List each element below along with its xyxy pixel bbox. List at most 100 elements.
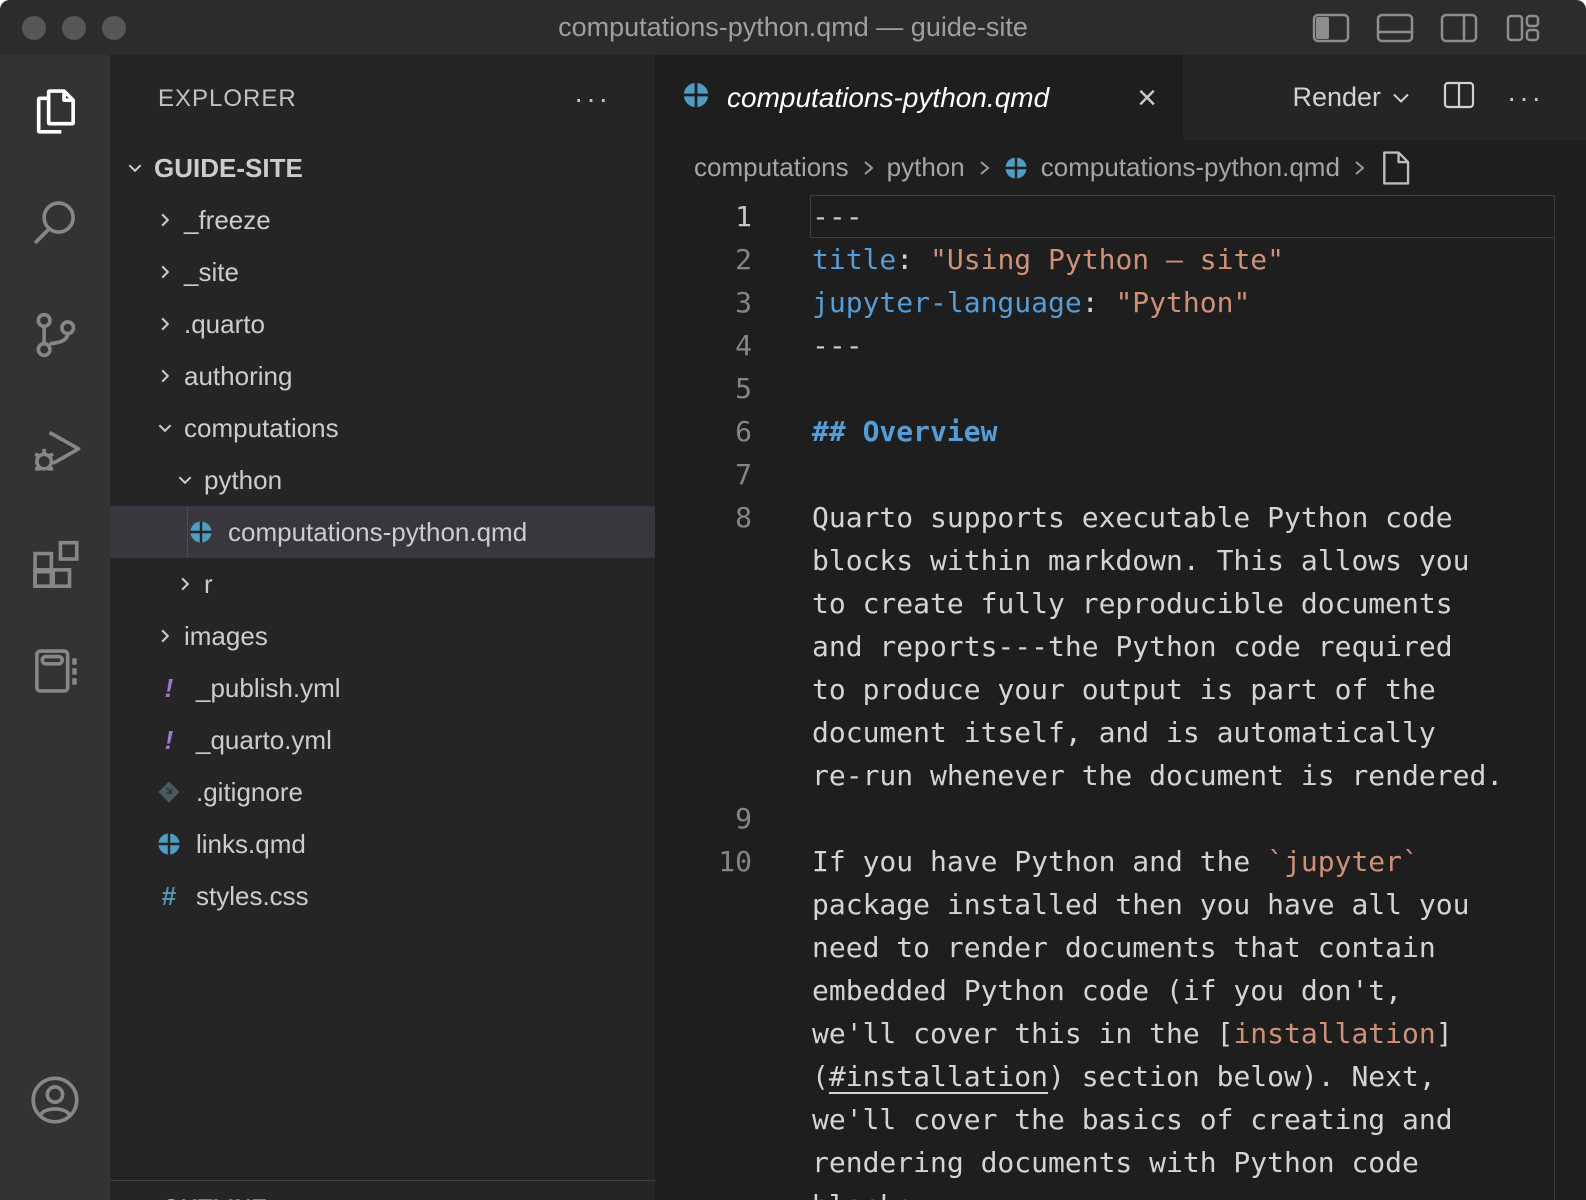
token-text: embedded Python code (if you don't, xyxy=(812,974,1402,1007)
line-number xyxy=(655,1012,752,1055)
breadcrumb-computations[interactable]: computations xyxy=(694,152,849,183)
customize-layout-icon[interactable] xyxy=(1504,13,1542,43)
line-number: 4 xyxy=(655,324,752,367)
chevron-right-icon xyxy=(156,211,174,229)
token-text: blocks within markdown. This allows you xyxy=(812,544,1469,577)
tree-item--gitignore[interactable]: .gitignore xyxy=(110,766,655,818)
line-content: re-run whenever the document is rendered… xyxy=(752,754,1503,797)
titlebar: computations-python.qmd — guide-site xyxy=(0,0,1586,55)
code-line-wrap: re-run whenever the document is rendered… xyxy=(655,754,1586,797)
vscode-window: computations-python.qmd — guide-site xyxy=(0,0,1586,1200)
code-line-wrap: blocks within markdown. This allows you xyxy=(655,539,1586,582)
layout-controls xyxy=(1312,0,1542,55)
code-line-wrap: (#installation) section below). Next, xyxy=(655,1055,1586,1098)
line-number: 7 xyxy=(655,453,752,496)
line-content: ## Overview xyxy=(752,410,997,453)
tree-item-label: images xyxy=(184,621,268,652)
token-punct: : xyxy=(896,243,930,276)
code-line-3: 3jupyter-language: "Python" xyxy=(655,281,1586,324)
chevron-right-icon xyxy=(861,157,875,179)
gitignore-file-icon xyxy=(156,779,182,805)
tree-item--site[interactable]: _site xyxy=(110,246,655,298)
tree-item-computations-python-qmd[interactable]: computations-python.qmd xyxy=(110,506,655,558)
code-line-wrap: we'll cover the basics of creating and xyxy=(655,1098,1586,1141)
quarto-file-icon xyxy=(681,80,711,115)
code-editor[interactable]: 1---2title: "Using Python — site"3jupyte… xyxy=(655,195,1586,1200)
line-number xyxy=(655,625,752,668)
tree-item-links-qmd[interactable]: links.qmd xyxy=(110,818,655,870)
extensions-icon[interactable] xyxy=(0,503,110,615)
toggle-secondary-sidebar-icon[interactable] xyxy=(1440,13,1478,43)
tree-item-computations[interactable]: computations xyxy=(110,402,655,454)
activity-bar xyxy=(0,55,110,1200)
outline-label: OUTLINE xyxy=(162,1195,267,1200)
run-debug-icon[interactable] xyxy=(0,391,110,503)
line-content: jupyter-language: "Python" xyxy=(752,281,1250,324)
quarto-file-icon xyxy=(156,831,182,857)
line-number xyxy=(655,926,752,969)
explorer-icon[interactable] xyxy=(0,55,110,167)
render-button[interactable]: Render xyxy=(1292,82,1411,113)
search-icon[interactable] xyxy=(0,167,110,279)
tree-root-guide-site[interactable]: GUIDE-SITE xyxy=(110,142,655,194)
line-content: title: "Using Python — site" xyxy=(752,238,1284,281)
token-key: title xyxy=(812,243,896,276)
tree-item-styles-css[interactable]: #styles.css xyxy=(110,870,655,922)
tree-item--quarto-yml[interactable]: !_quarto.yml xyxy=(110,714,655,766)
token-delim: --- xyxy=(812,200,863,233)
tree-item-r[interactable]: r xyxy=(110,558,655,610)
token-text: need to render documents that contain xyxy=(812,931,1436,964)
tree-item-label: computations xyxy=(184,413,339,444)
tree-item-label: authoring xyxy=(184,361,292,392)
minimize-window-button[interactable] xyxy=(62,16,86,40)
notebook-icon[interactable] xyxy=(0,615,110,727)
breadcrumb-python[interactable]: python xyxy=(887,152,965,183)
line-number xyxy=(655,711,752,754)
token-text: we'll cover this in the [ xyxy=(812,1017,1233,1050)
tree-item--quarto[interactable]: .quarto xyxy=(110,298,655,350)
yaml-file-icon: ! xyxy=(156,673,182,704)
tree-item-authoring[interactable]: authoring xyxy=(110,350,655,402)
chevron-right-icon xyxy=(156,367,174,385)
tree-item--publish-yml[interactable]: !_publish.yml xyxy=(110,662,655,714)
css-file-icon: # xyxy=(156,881,182,912)
token-punct: : xyxy=(1082,286,1116,319)
editor-group: computations-python.qmd × Render ··· com… xyxy=(655,55,1586,1200)
toggle-panel-icon[interactable] xyxy=(1376,13,1414,43)
tree-item--freeze[interactable]: _freeze xyxy=(110,194,655,246)
token-text: document itself, and is automatically xyxy=(812,716,1436,749)
chevron-right-icon xyxy=(977,157,991,179)
token-string: "Python" xyxy=(1115,286,1250,319)
explorer-more-actions-icon[interactable]: ··· xyxy=(574,85,611,113)
tree-item-images[interactable]: images xyxy=(110,610,655,662)
close-window-button[interactable] xyxy=(22,16,46,40)
token-text: rendering documents with Python code xyxy=(812,1146,1419,1179)
tab-computations-python-qmd[interactable]: computations-python.qmd × xyxy=(655,55,1183,140)
line-content: and reports---the Python code required xyxy=(752,625,1453,668)
tree-item-label: python xyxy=(204,465,282,496)
close-tab-icon[interactable]: × xyxy=(1137,81,1157,115)
line-number xyxy=(655,1055,752,1098)
token-text: ( xyxy=(812,1060,829,1093)
chevron-down-icon xyxy=(1391,91,1411,105)
toggle-primary-sidebar-icon[interactable] xyxy=(1312,13,1350,43)
outline-section-header[interactable]: OUTLINE xyxy=(110,1180,655,1200)
chevron-right-icon xyxy=(156,263,174,281)
root-folder-label: GUIDE-SITE xyxy=(154,153,303,184)
tree-item-python[interactable]: python xyxy=(110,454,655,506)
code-lines: 1---2title: "Using Python — site"3jupyte… xyxy=(655,195,1586,1200)
token-text: blocks. xyxy=(812,1189,930,1200)
breadcrumb-file[interactable]: computations-python.qmd xyxy=(1041,152,1340,183)
split-editor-icon[interactable] xyxy=(1443,81,1475,114)
code-line-wrap: package installed then you have all you xyxy=(655,883,1586,926)
source-control-icon[interactable] xyxy=(0,279,110,391)
more-actions-icon[interactable]: ··· xyxy=(1507,84,1544,112)
line-content: If you have Python and the `jupyter` xyxy=(752,840,1419,883)
editor-actions: Render ··· xyxy=(1292,55,1586,140)
yaml-file-icon: ! xyxy=(156,725,182,756)
indent-guide xyxy=(187,506,188,558)
line-content: --- xyxy=(752,195,863,238)
zoom-window-button[interactable] xyxy=(102,16,126,40)
account-icon[interactable] xyxy=(0,1072,110,1128)
line-number: 2 xyxy=(655,238,752,281)
